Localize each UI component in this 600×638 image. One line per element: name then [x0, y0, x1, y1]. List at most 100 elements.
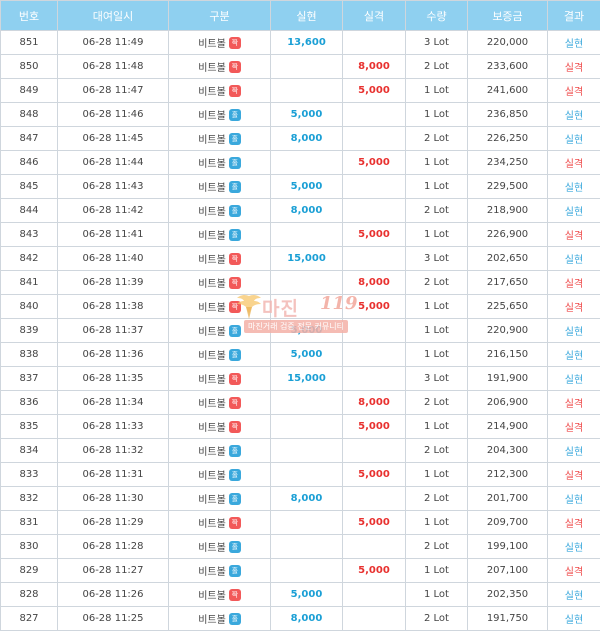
- row-realized: [270, 78, 343, 103]
- table-row: 833 06-28 11:31 비트볼 홀 5,000 1 Lot 212,300 실격: [0, 462, 600, 487]
- odd-badge: 홀: [228, 229, 241, 241]
- row-type: 비트볼 짝: [168, 30, 271, 55]
- header-datetime: 대여일시: [57, 0, 169, 31]
- even-badge: 짝: [228, 301, 241, 313]
- row-quantity: 2 Lot: [405, 534, 468, 559]
- product-label: 비트볼: [198, 207, 226, 218]
- row-loss: [342, 126, 406, 151]
- row-deposit: 214,900: [467, 414, 548, 439]
- row-type: 비트볼 홀: [168, 342, 271, 367]
- table-row: 839 06-28 11:37 비트볼 홀 5,000 1 Lot 220,900 실현: [0, 318, 600, 343]
- row-deposit: 226,250: [467, 126, 548, 151]
- row-deposit: 209,700: [467, 510, 548, 535]
- row-type: 비트볼 홀: [168, 606, 271, 631]
- product-label: 비트볼: [198, 375, 226, 386]
- table-row: 835 06-28 11:33 비트볼 짝 5,000 1 Lot 214,900 실격: [0, 414, 600, 439]
- even-badge: 짝: [228, 61, 241, 73]
- row-realized: 5,000: [270, 174, 343, 199]
- row-datetime: 06-28 11:30: [57, 486, 169, 511]
- product-label: 비트볼: [198, 231, 226, 242]
- row-deposit: 212,300: [467, 462, 548, 487]
- row-number: 830: [0, 534, 58, 559]
- row-deposit: 216,150: [467, 342, 548, 367]
- row-type: 비트볼 짝: [168, 366, 271, 391]
- table-row: 843 06-28 11:41 비트볼 홀 5,000 1 Lot 226,900 실격: [0, 222, 600, 247]
- row-result: 실현: [547, 198, 600, 223]
- row-result: 실현: [547, 126, 600, 151]
- row-result: 실현: [547, 318, 600, 343]
- row-type: 비트볼 짝: [168, 294, 271, 319]
- row-realized: 13,600: [270, 30, 343, 55]
- row-realized: [270, 222, 343, 247]
- row-number: 849: [0, 78, 58, 103]
- row-number: 847: [0, 126, 58, 151]
- row-quantity: 1 Lot: [405, 174, 468, 199]
- product-label: 비트볼: [198, 567, 226, 578]
- row-result: 실현: [547, 582, 600, 607]
- product-label: 비트볼: [198, 303, 226, 314]
- row-type: 비트볼 짝: [168, 582, 271, 607]
- header-deposit: 보증금: [467, 0, 548, 31]
- row-datetime: 06-28 11:42: [57, 198, 169, 223]
- row-number: 839: [0, 318, 58, 343]
- row-type: 비트볼 홀: [168, 462, 271, 487]
- row-deposit: 199,100: [467, 534, 548, 559]
- table-row: 842 06-28 11:40 비트볼 짝 15,000 3 Lot 202,650 실현: [0, 246, 600, 271]
- row-number: 845: [0, 174, 58, 199]
- table-row: 840 06-28 11:38 비트볼 짝 5,000 1 Lot 225,650 실격: [0, 294, 600, 319]
- row-datetime: 06-28 11:43: [57, 174, 169, 199]
- product-label: 비트볼: [198, 615, 226, 626]
- table-row: 847 06-28 11:45 비트볼 홀 8,000 2 Lot 226,250 실현: [0, 126, 600, 151]
- row-result: 실격: [547, 510, 600, 535]
- row-number: 840: [0, 294, 58, 319]
- row-number: 827: [0, 606, 58, 631]
- row-deposit: 226,900: [467, 222, 548, 247]
- row-result: 실격: [547, 414, 600, 439]
- even-badge: 짝: [228, 277, 241, 289]
- product-label: 비트볼: [198, 423, 226, 434]
- row-loss: [342, 486, 406, 511]
- row-deposit: 234,250: [467, 150, 548, 175]
- row-number: 832: [0, 486, 58, 511]
- row-quantity: 1 Lot: [405, 294, 468, 319]
- row-type: 비트볼 홀: [168, 438, 271, 463]
- even-badge: 짝: [228, 589, 241, 601]
- row-result: 실현: [547, 246, 600, 271]
- row-realized: 8,000: [270, 486, 343, 511]
- row-number: 835: [0, 414, 58, 439]
- row-number: 838: [0, 342, 58, 367]
- row-number: 844: [0, 198, 58, 223]
- row-realized: [270, 54, 343, 79]
- row-result: 실격: [547, 150, 600, 175]
- odd-badge: 홀: [228, 157, 241, 169]
- product-label: 비트볼: [198, 591, 226, 602]
- row-deposit: 217,650: [467, 270, 548, 295]
- row-type: 비트볼 짝: [168, 414, 271, 439]
- table-row: 848 06-28 11:46 비트볼 홀 5,000 1 Lot 236,850 실현: [0, 102, 600, 127]
- row-loss: [342, 30, 406, 55]
- row-type: 비트볼 짝: [168, 54, 271, 79]
- product-label: 비트볼: [198, 111, 226, 122]
- row-quantity: 1 Lot: [405, 102, 468, 127]
- row-realized: 15,000: [270, 246, 343, 271]
- row-realized: 5,000: [270, 342, 343, 367]
- table-row: 841 06-28 11:39 비트볼 짝 8,000 2 Lot 217,650 실격: [0, 270, 600, 295]
- row-number: 841: [0, 270, 58, 295]
- product-label: 비트볼: [198, 351, 226, 362]
- row-result: 실현: [547, 102, 600, 127]
- header-type: 구분: [168, 0, 271, 31]
- row-loss: 5,000: [342, 78, 406, 103]
- row-quantity: 2 Lot: [405, 270, 468, 295]
- row-number: 828: [0, 582, 58, 607]
- row-number: 834: [0, 438, 58, 463]
- table-row: 834 06-28 11:32 비트볼 홀 2 Lot 204,300 실현: [0, 438, 600, 463]
- odd-badge: 홀: [228, 565, 241, 577]
- row-loss: 8,000: [342, 390, 406, 415]
- row-loss: [342, 198, 406, 223]
- row-deposit: 236,850: [467, 102, 548, 127]
- row-type: 비트볼 홀: [168, 486, 271, 511]
- row-result: 실격: [547, 462, 600, 487]
- table-row: 845 06-28 11:43 비트볼 홀 5,000 1 Lot 229,500 실현: [0, 174, 600, 199]
- row-number: 843: [0, 222, 58, 247]
- odd-badge: 홀: [228, 493, 241, 505]
